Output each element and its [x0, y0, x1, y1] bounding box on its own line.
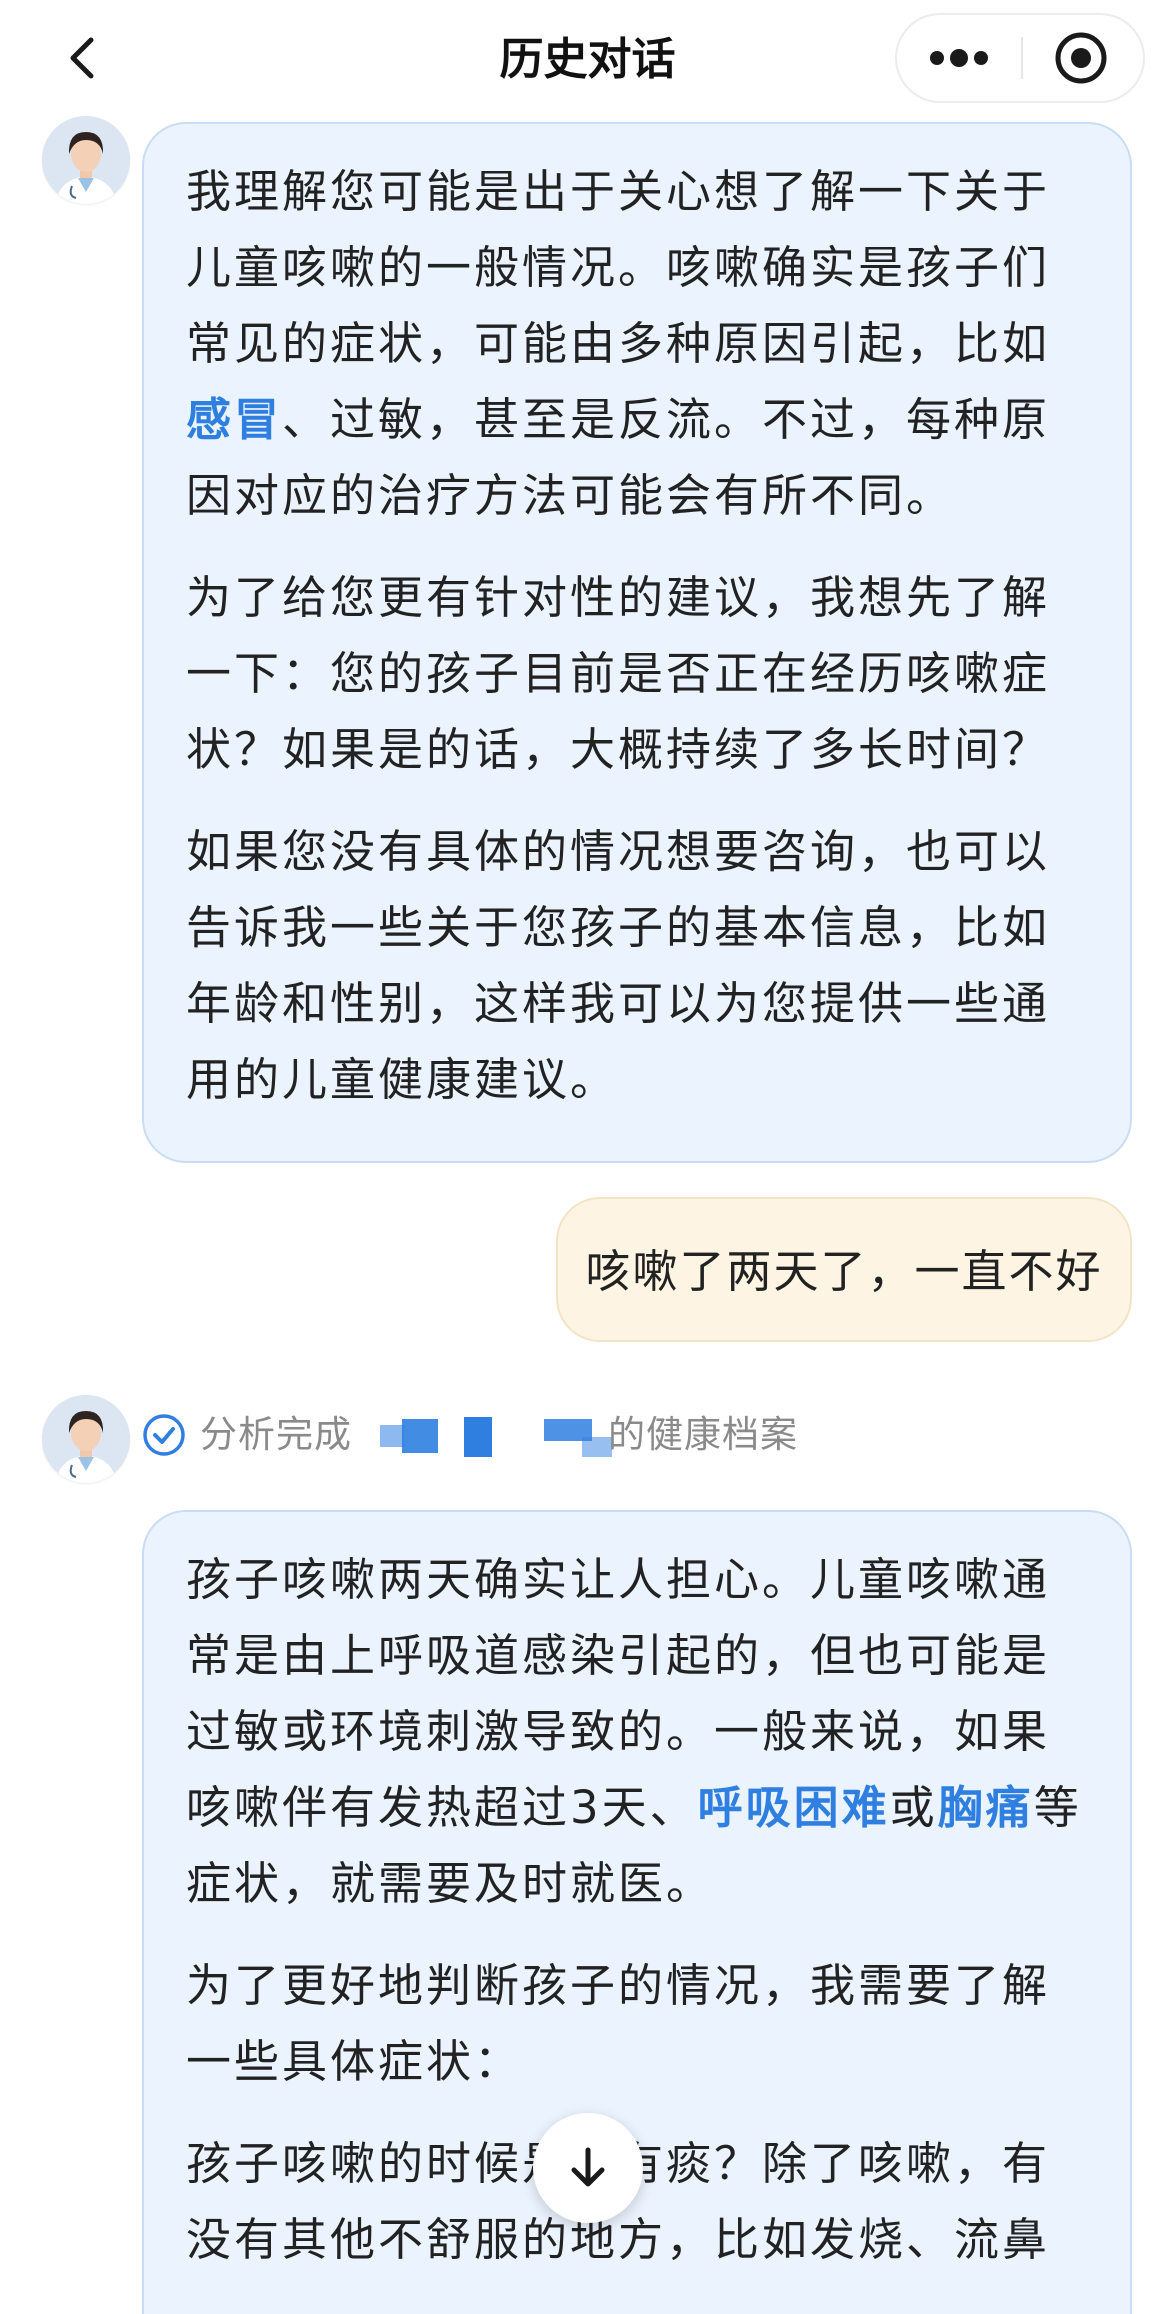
message-text: 我理解您可能是出于关心想了解一下关于儿童咳嗽的一般情况。咳嗽确实是孩子们常见的症… [186, 165, 1051, 370]
message-text: 、过敏，甚至是反流。不过，每种原因对应的治疗方法可能会有所不同。 [186, 393, 1051, 522]
keyword-link-chest-pain[interactable]: 胸痛 [938, 1781, 1034, 1834]
status-prefix: 分析完成 [200, 1413, 352, 1456]
more-button[interactable] [897, 15, 1021, 101]
message-paragraph: 为了更好地判断孩子的情况，我需要了解一些具体症状： [186, 1959, 1051, 2088]
keyword-link-dyspnea[interactable]: 呼吸困难 [698, 1781, 890, 1834]
message-paragraph: 为了给您更有针对性的建议，我想先了解一下：您的孩子目前是否正在经历咳嗽症状？如果… [186, 571, 1051, 776]
message-paragraph: 孩子咳嗽两天确实让人担心。儿童咳嗽通常是由上呼吸道感染引起的，但也可能是过敏或环… [186, 1542, 1090, 1922]
close-button[interactable] [1023, 15, 1143, 101]
doctor-avatar-icon [42, 116, 130, 204]
status-suffix: 的健康档案 [608, 1413, 798, 1456]
arrow-down-icon [571, 2147, 605, 2187]
more-dots-icon [930, 49, 988, 67]
scroll-to-bottom-button[interactable] [533, 2113, 643, 2223]
assistant-message-bubble: 孩子咳嗽两天确实让人担心。儿童咳嗽通常是由上呼吸道感染引起的，但也可能是过敏或环… [142, 1510, 1132, 2314]
message-paragraph: 我理解您可能是出于关心想了解一下关于儿童咳嗽的一般情况。咳嗽确实是孩子们常见的症… [186, 154, 1090, 534]
target-circle-icon [1055, 32, 1107, 84]
message-text: 或 [889, 1781, 938, 1834]
doctor-avatar [42, 116, 130, 204]
user-message-text: 咳嗽了两天了，一直不好 [585, 1245, 1103, 1298]
check-circle-icon [143, 1414, 185, 1456]
top-bar: 历史对话 [0, 0, 1175, 118]
analysis-status: 分析完成 的健康档案 [142, 1405, 842, 1465]
mini-program-capsule [895, 13, 1145, 103]
assistant-message-bubble: 我理解您可能是出于关心想了解一下关于儿童咳嗽的一般情况。咳嗽确实是孩子们常见的症… [142, 122, 1132, 1163]
doctor-avatar [42, 1395, 130, 1483]
doctor-avatar-icon [42, 1395, 130, 1483]
chat-history-page: 历史对话 我理解您可能是出于关心想了解一下关于儿童咳嗽的一般情况。咳嗽确实是孩子… [0, 0, 1175, 2314]
user-message-bubble: 咳嗽了两天了，一直不好 [556, 1197, 1132, 1342]
keyword-link-cold[interactable]: 感冒 [186, 393, 282, 446]
message-paragraph: 如果您没有具体的情况想要咨询，也可以告诉我一些关于您孩子的基本信息，比如年龄和性… [186, 825, 1051, 1106]
